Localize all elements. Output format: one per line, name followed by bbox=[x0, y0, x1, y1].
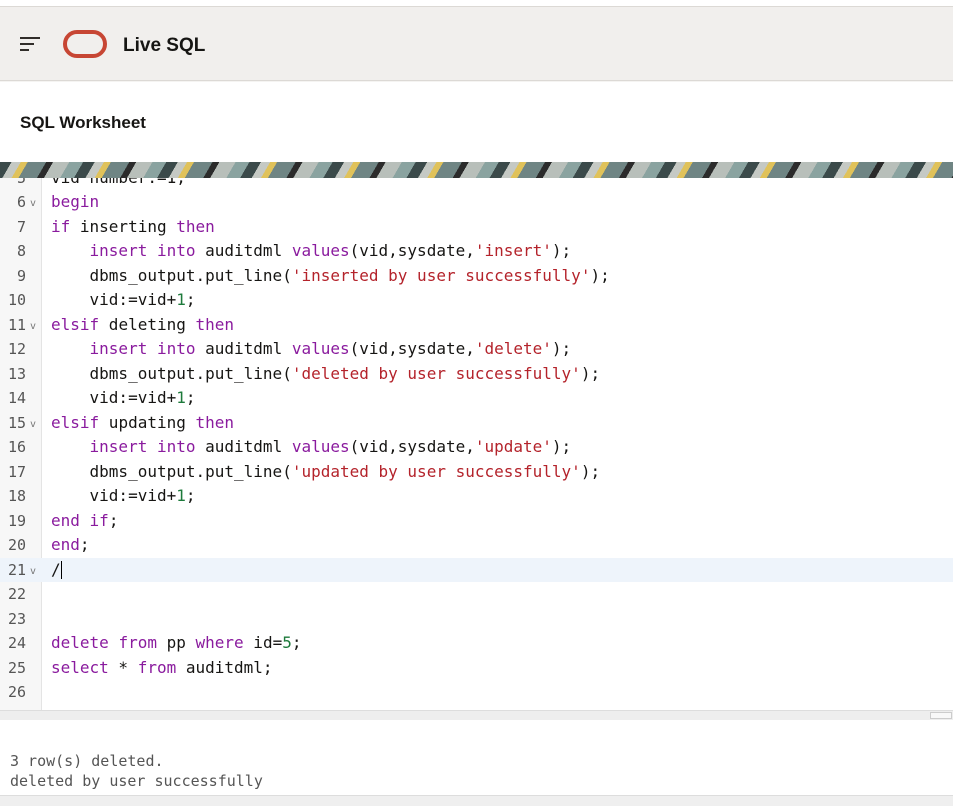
line-number: 10 bbox=[7, 291, 26, 309]
fold-chevron-icon[interactable]: v bbox=[30, 315, 36, 339]
output-line: deleted by user successfully bbox=[10, 772, 263, 790]
hamburger-menu-icon[interactable] bbox=[20, 37, 42, 53]
line-number: 18 bbox=[7, 487, 26, 505]
line-number: 17 bbox=[7, 462, 26, 481]
line-number: 25 bbox=[7, 658, 26, 677]
code-line[interactable]: 13 dbms_output.put_line('deleted by user… bbox=[0, 362, 953, 386]
horizontal-scrollbar[interactable] bbox=[0, 710, 953, 720]
code-text: elsif deleting then bbox=[51, 314, 235, 334]
line-number: 19 bbox=[7, 511, 26, 530]
code-text: begin bbox=[51, 192, 100, 211]
code-text: delete from pp where id=5; bbox=[51, 633, 302, 652]
code-text: end; bbox=[51, 535, 90, 554]
bottom-bar bbox=[0, 795, 953, 806]
code-line[interactable]: 11 v elsif deleting then bbox=[0, 313, 953, 337]
code-line[interactable]: 19 end if; bbox=[0, 509, 953, 533]
fold-chevron-icon[interactable]: v bbox=[30, 413, 36, 437]
code-line[interactable]: 22 bbox=[0, 582, 953, 606]
code-text: if inserting then bbox=[51, 216, 215, 236]
code-text: vid:=vid+1; bbox=[51, 486, 196, 505]
line-number: 22 bbox=[7, 585, 26, 603]
code-text: select * from auditdml; bbox=[51, 657, 273, 677]
code-line[interactable]: 7 if inserting then bbox=[0, 215, 953, 239]
line-number: 14 bbox=[7, 389, 26, 407]
line-number: 9 bbox=[16, 266, 26, 285]
scrollbar-thumb[interactable] bbox=[930, 712, 952, 719]
line-number: 20 bbox=[7, 536, 26, 554]
code-line[interactable]: 25 select * from auditdml; bbox=[0, 656, 953, 680]
output-line: 3 row(s) deleted. bbox=[10, 752, 164, 770]
code-text: elsif updating then bbox=[51, 412, 235, 432]
code-line[interactable]: 14 vid:=vid+1; bbox=[0, 386, 953, 410]
line-number: 15 bbox=[7, 413, 26, 432]
sql-editor[interactable]: 5 vid number:=1; 6vbegin7if inserting th… bbox=[0, 178, 953, 710]
code-line[interactable]: 10 vid:=vid+1; bbox=[0, 288, 953, 312]
code-line[interactable]: 9 dbms_output.put_line('inserted by user… bbox=[0, 264, 953, 288]
line-number: 24 bbox=[7, 634, 26, 652]
fold-chevron-icon[interactable]: v bbox=[30, 560, 36, 584]
code-text: insert into auditdml values(vid,sysdate,… bbox=[89, 437, 572, 456]
line-number: 23 bbox=[7, 609, 26, 628]
line-number: 12 bbox=[7, 340, 26, 358]
line-number: 16 bbox=[7, 438, 26, 456]
code-line[interactable]: 16 insert into auditdml values(vid,sysda… bbox=[0, 435, 953, 459]
code-line[interactable]: 24 delete from pp where id=5; bbox=[0, 631, 953, 655]
line-number: 7 bbox=[16, 217, 26, 236]
page-title: SQL Worksheet bbox=[20, 113, 146, 132]
line-number: 26 bbox=[7, 683, 26, 701]
code-text: dbms_output.put_line('inserted by user s… bbox=[51, 265, 610, 285]
code-line[interactable]: 6 v begin bbox=[0, 190, 953, 214]
code-line[interactable]: 12 insert into auditdml values(vid,sysda… bbox=[0, 337, 953, 361]
oracle-logo-icon[interactable] bbox=[63, 30, 107, 58]
code-line-partial[interactable]: 5 vid number:=1; bbox=[0, 178, 953, 190]
code-line[interactable]: 15 v elsif updating then bbox=[0, 411, 953, 435]
app-header: Live SQL bbox=[0, 6, 953, 81]
code-line[interactable]: 18 vid:=vid+1; bbox=[0, 484, 953, 508]
code-line[interactable]: 21 v / bbox=[0, 557, 953, 584]
line-number: 13 bbox=[7, 364, 26, 383]
code-text: insert into auditdml values(vid,sysdate,… bbox=[89, 241, 572, 260]
decorative-banner bbox=[0, 162, 953, 178]
page-header: SQL Worksheet bbox=[0, 82, 953, 162]
line-number: 21 bbox=[7, 560, 26, 579]
code-text: vid number:=1; bbox=[51, 178, 186, 190]
code-text: dbms_output.put_line('deleted by user su… bbox=[51, 363, 601, 383]
text-cursor bbox=[60, 561, 62, 579]
code-text: insert into auditdml values(vid,sysdate,… bbox=[89, 339, 572, 358]
code-line[interactable]: 8 insert into auditdml values(vid,sysdat… bbox=[0, 239, 953, 263]
code-line[interactable]: 20 end; bbox=[0, 533, 953, 557]
code-line[interactable]: 17 dbms_output.put_line('updated by user… bbox=[0, 460, 953, 484]
code-text: vid:=vid+1; bbox=[51, 290, 196, 309]
fold-chevron-icon[interactable]: v bbox=[30, 192, 36, 216]
code-text: vid:=vid+1; bbox=[51, 388, 196, 407]
line-number: 6 bbox=[16, 193, 26, 211]
code-line[interactable]: 26 bbox=[0, 680, 953, 704]
code-text: / bbox=[51, 559, 62, 579]
line-number: 8 bbox=[16, 242, 26, 260]
line-number: 11 bbox=[7, 315, 26, 334]
code-line[interactable]: 23 bbox=[0, 607, 953, 631]
output-panel: 3 row(s) deleted. deleted by user succes… bbox=[0, 720, 953, 795]
code-text: dbms_output.put_line('updated by user su… bbox=[51, 461, 601, 481]
code-text: end if; bbox=[51, 510, 119, 530]
line-number: 5 bbox=[16, 178, 26, 187]
app-title[interactable]: Live SQL bbox=[123, 35, 205, 57]
